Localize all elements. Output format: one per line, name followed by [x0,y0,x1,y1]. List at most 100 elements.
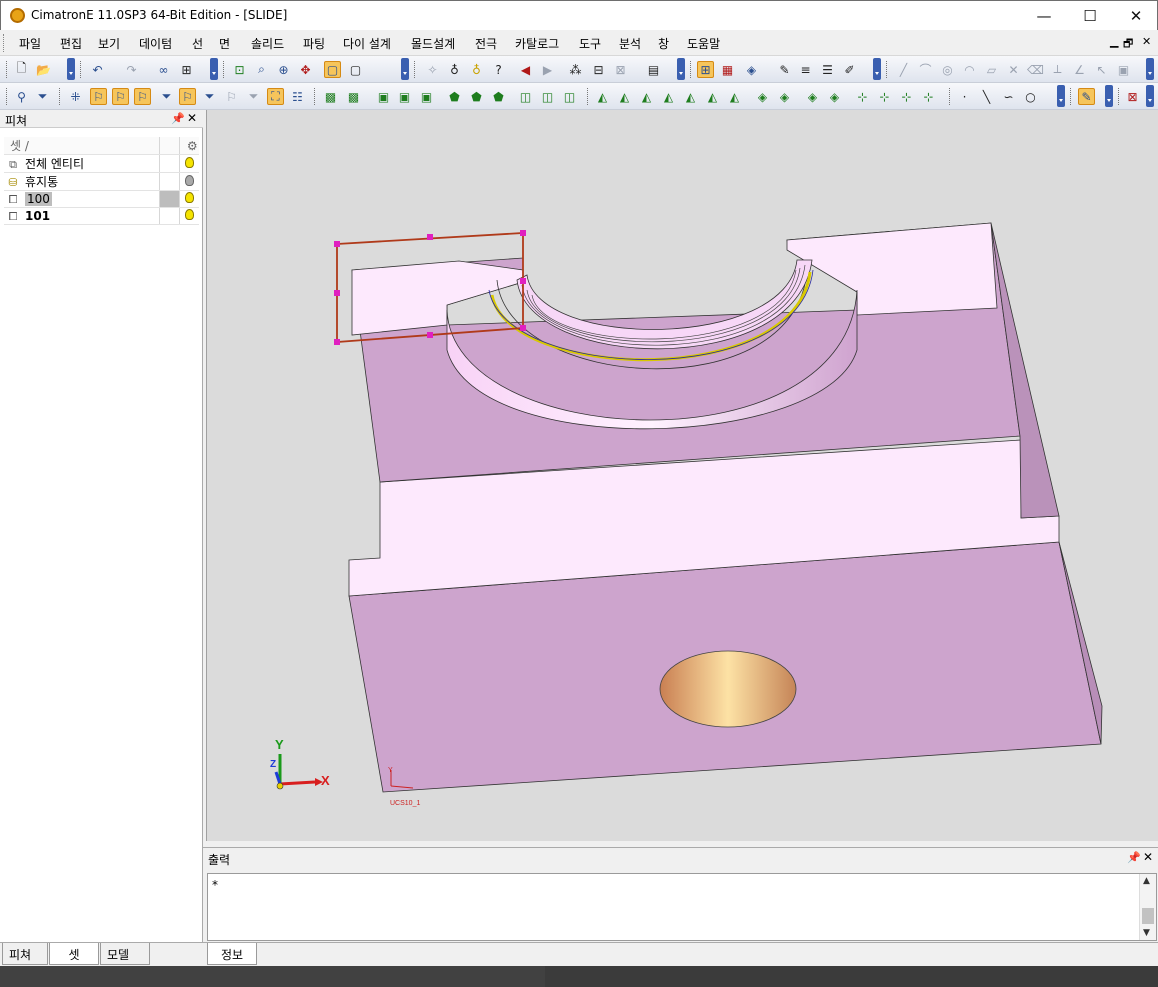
tab-features[interactable]: 피쳐 [2,943,48,965]
selection-handle[interactable] [520,278,526,284]
sketch-icon[interactable]: ✎ [1078,88,1095,105]
filter-solid-icon[interactable]: ⏷ [201,88,218,105]
filter-disabled-2-icon[interactable]: ⏷ [245,88,262,105]
selection-handle[interactable] [334,339,340,345]
close-icon[interactable]: ✕ [1143,850,1153,864]
draft-icon[interactable]: ◫ [561,88,578,105]
menu-analysis[interactable]: 분석 [619,35,641,52]
blend-b-icon[interactable]: ◈ [776,88,793,105]
tab-model-view[interactable]: 모델 뷰 [100,943,150,979]
visibility-cell[interactable] [179,172,199,191]
surface-d-icon[interactable]: ◭ [660,88,677,105]
toolbar-grip[interactable] [414,61,417,78]
toolbar-grip[interactable] [59,88,62,105]
select-all-icon[interactable]: ⁜ [67,88,84,105]
close-button[interactable]: ✕ [1113,1,1158,31]
toolbar-grip[interactable] [949,88,952,105]
curve-tool-icon[interactable]: ⌒ [917,61,934,78]
visibility-cell[interactable] [179,207,199,225]
selection-handle[interactable] [427,234,433,240]
line-tool-icon[interactable]: ╱ [895,61,912,78]
transform-b-icon[interactable]: ⊹ [876,88,893,105]
through-hole[interactable] [659,650,797,728]
frame-tool-icon[interactable]: ▣ [1115,61,1132,78]
visibility-cell[interactable] [179,154,199,173]
list-pick-icon[interactable]: ☷ [289,88,306,105]
disabled-tool-icon[interactable]: ⊠ [612,61,629,78]
blend-c-icon[interactable]: ◈ [804,88,821,105]
toolbar-grip[interactable] [1118,88,1121,105]
selection-handle[interactable] [520,230,526,236]
transform-a-icon[interactable]: ⊹ [854,88,871,105]
bulb-icon[interactable]: ♁ [446,61,463,78]
toolbar-grip[interactable] [223,61,226,78]
toolbar-grip[interactable] [6,61,9,78]
surface-a-icon[interactable]: ◭ [594,88,611,105]
bulb-on-icon[interactable] [184,192,194,203]
toolbar-grip[interactable] [80,61,83,78]
output-text-area[interactable]: * ▲ ▼ [207,873,1157,941]
scroll-thumb[interactable] [1142,908,1154,924]
bulb-on-icon[interactable] [184,156,194,168]
surface-g-icon[interactable]: ◭ [726,88,743,105]
surface-c-icon[interactable]: ◭ [638,88,655,105]
line-style-icon[interactable]: ≡ [797,61,814,78]
mdi-minimize-button[interactable]: ▁ [1110,35,1118,48]
line-width-icon[interactable]: ☰ [819,61,836,78]
transform-c-icon[interactable]: ⊹ [898,88,915,105]
output-scrollbar[interactable]: ▲ ▼ [1139,874,1156,940]
grid-select-icon[interactable]: ⊞ [697,61,714,78]
extrude-icon[interactable]: ⬟ [446,88,463,105]
spline-icon[interactable]: ∽ [1000,88,1017,105]
filter-active-icon[interactable]: ⚐ [179,88,196,105]
light-off-icon[interactable]: ✧ [424,61,441,78]
circle-tool-icon[interactable]: ◎ [939,61,956,78]
redo-icon[interactable]: ↷ [123,61,140,78]
select-face-icon[interactable]: ⚐ [90,88,107,105]
menu-file[interactable]: 파일 [19,35,41,52]
blend-a-icon[interactable]: ◈ [754,88,771,105]
toolbar-grip[interactable] [587,88,590,105]
toolbar-options-button[interactable] [1105,85,1113,107]
new-part-icon[interactable]: ▩ [322,88,339,105]
cut-icon[interactable]: ◫ [517,88,534,105]
arc-tool-icon[interactable]: ◠ [961,61,978,78]
brush-icon[interactable]: ✐ [841,61,858,78]
menu-view[interactable]: 보기 [98,35,120,52]
toolbar-grip[interactable] [1070,88,1073,105]
selection-handle[interactable] [334,290,340,296]
angle-tool-icon[interactable]: ∠ [1071,61,1088,78]
toolbar-grip[interactable] [6,88,9,105]
table-row[interactable]: ⧉ 전체 엔티티 [4,154,199,173]
set-name-cell[interactable]: ⛁ 휴지통 [4,172,160,191]
selection-handle[interactable] [520,325,526,331]
toolbar-grip[interactable] [690,61,693,78]
scroll-down-icon[interactable]: ▼ [1143,928,1150,938]
menu-datum[interactable]: 데이텀 [139,35,172,52]
assembly-icon[interactable]: ▩ [345,88,362,105]
menu-catalog[interactable]: 카탈로그 [515,35,559,52]
feature-a-icon[interactable]: ▣ [375,88,392,105]
glasses-icon[interactable]: ∞ [155,61,172,78]
pen-icon[interactable]: ✎ [776,61,793,78]
point-icon[interactable]: · [956,88,973,105]
menu-solid[interactable]: 솔리드 [251,35,284,52]
pin-icon[interactable]: 📌 [1127,851,1141,864]
feature-b-icon[interactable]: ▣ [396,88,413,105]
mdi-close-button[interactable]: ✕ [1142,35,1151,48]
toolbar-options-button[interactable] [677,58,685,80]
open-folder-icon[interactable]: 📂 [35,61,52,78]
menu-window[interactable]: 창 [658,35,669,52]
feature-c-icon[interactable]: ▣ [418,88,435,105]
undo-icon[interactable]: ↶ [89,61,106,78]
menu-mold-design[interactable]: 몰드설계 [411,35,455,52]
tab-sets[interactable]: 셋 [49,943,99,965]
plane-tool-icon[interactable]: ▱ [983,61,1000,78]
revolve-icon[interactable]: ⬟ [468,88,485,105]
surface-f-icon[interactable]: ◭ [704,88,721,105]
transform-d-icon[interactable]: ⊹ [920,88,937,105]
hierarchy-icon[interactable]: ⊞ [178,61,195,78]
bulb-yellow-icon[interactable]: ♁ [468,61,485,78]
mdi-restore-button[interactable]: 🗗 [1123,35,1133,54]
line-icon[interactable]: ╲ [978,88,995,105]
